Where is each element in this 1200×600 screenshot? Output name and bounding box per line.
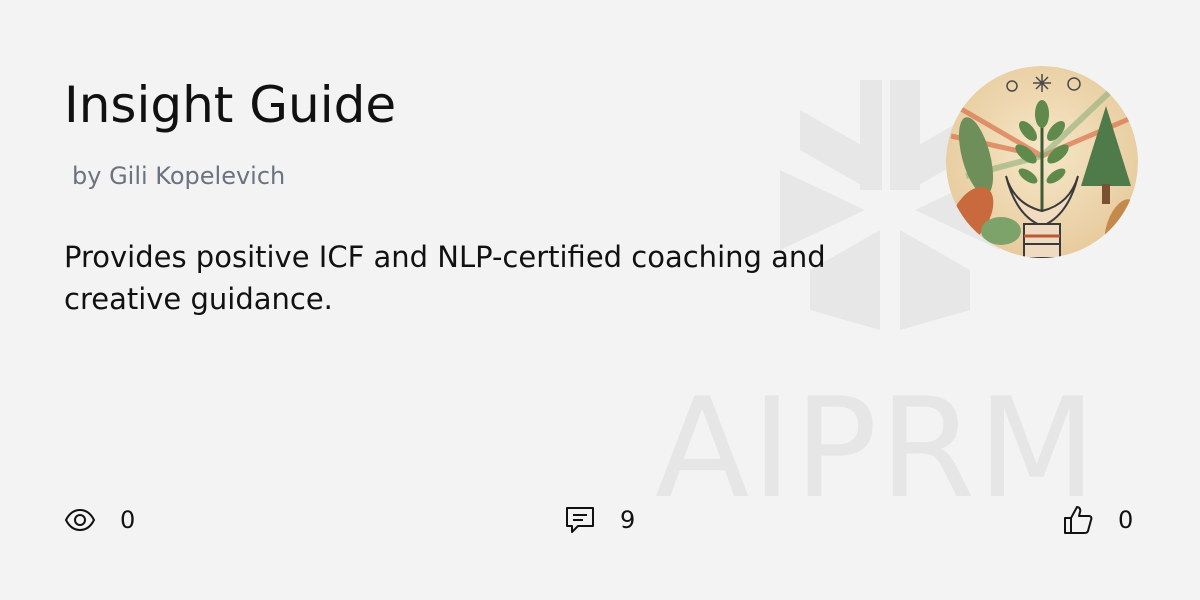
views-stat: 0	[64, 500, 135, 540]
eye-icon	[64, 504, 96, 536]
author-byline: by Gili Kopelevich	[72, 162, 286, 190]
likes-count: 0	[1118, 506, 1134, 534]
comments-stat: 9	[564, 500, 635, 540]
avatar	[946, 66, 1138, 258]
comments-count: 9	[620, 506, 636, 534]
thumbs-up-icon	[1062, 504, 1094, 536]
comment-icon	[564, 504, 596, 536]
aiprm-watermark-text: AIPRM	[655, 368, 1099, 529]
page-title: Insight Guide	[64, 76, 397, 134]
likes-stat: 0	[1062, 500, 1133, 540]
views-count: 0	[120, 506, 136, 534]
description: Provides positive ICF and NLP-certified …	[64, 240, 826, 316]
